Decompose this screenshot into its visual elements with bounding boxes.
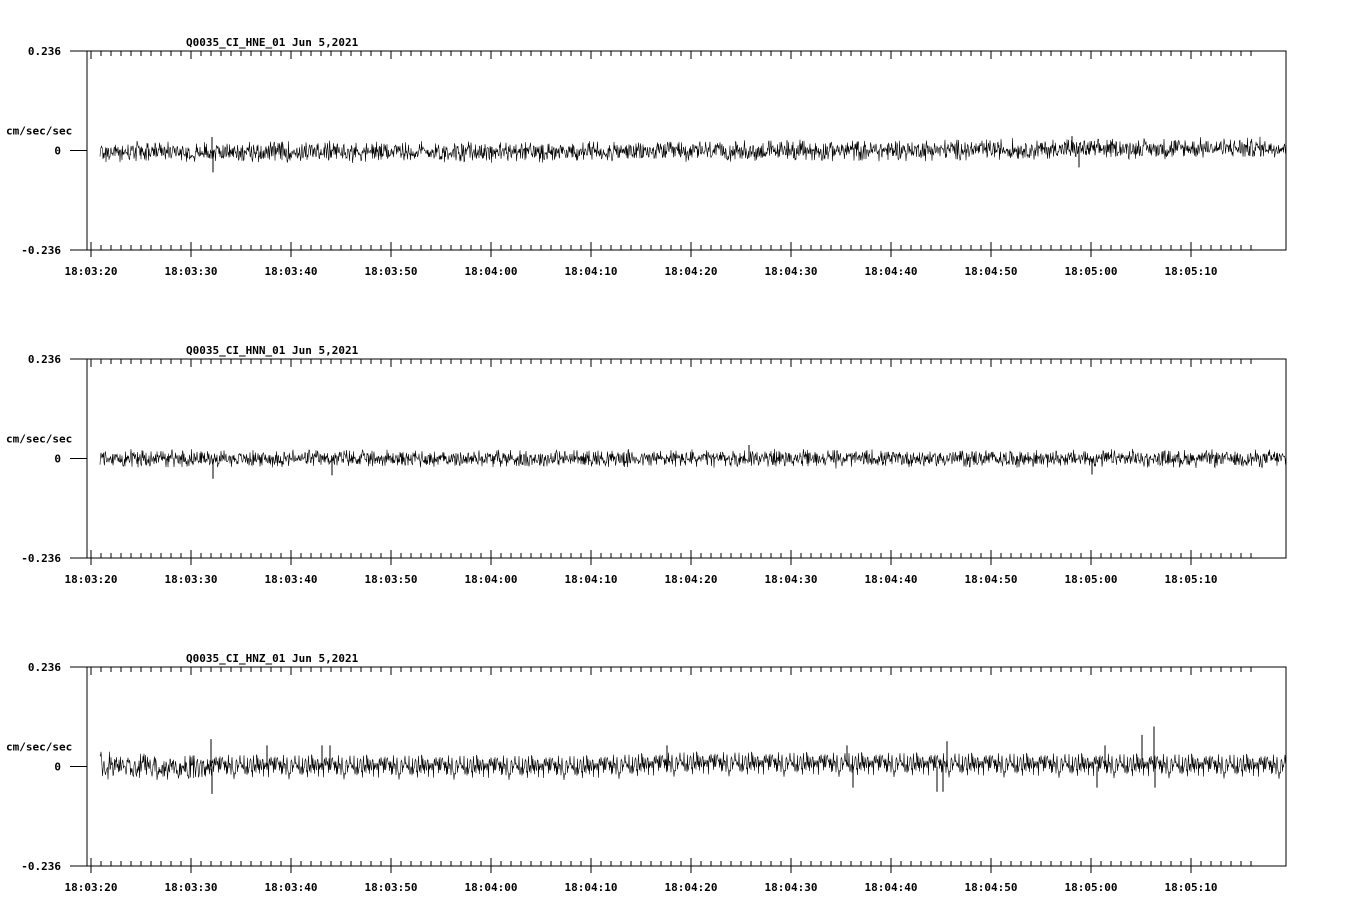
x-tick-label: 18:04:00 [465,573,518,586]
y-tick-label: 0 [54,761,61,774]
x-tick-label: 18:03:30 [165,881,218,894]
x-tick-label: 18:03:30 [165,573,218,586]
x-tick-label: 18:03:20 [65,265,118,278]
x-tick-label: 18:05:10 [1165,881,1218,894]
x-tick-label: 18:03:30 [165,265,218,278]
x-tick-label: 18:04:20 [665,265,718,278]
y-tick-label: 0 [54,145,61,158]
x-tick-label: 18:03:50 [365,881,418,894]
waveform-trace-3 [99,751,1287,781]
waveform-trace-1 [99,136,1287,164]
y-axis-label: cm/sec/sec [6,741,72,754]
y-tick-label: 0 [54,453,61,466]
x-tick-label: 18:04:10 [565,881,618,894]
x-tick-label: 18:05:10 [1165,573,1218,586]
x-tick-label: 18:03:20 [65,881,118,894]
y-tick-label: 0.236 [28,661,61,674]
seismogram-figure: Q0035_CI_HNE_01 Jun 5,2021 0.236 0 -0.236 cm… [6,36,1287,894]
y-tick-label: -0.236 [21,860,61,873]
x-tick-label: 18:05:10 [1165,265,1218,278]
x-tick-label: 18:03:50 [365,573,418,586]
x-tick-label: 18:05:00 [1065,265,1118,278]
x-tick-label: 18:04:20 [665,881,718,894]
y-tick-label: -0.236 [21,552,61,565]
x-tick-label: 18:03:40 [265,265,318,278]
panel-title: Q0035_CI_HNE_01 Jun 5,2021 [186,36,359,49]
y-tick-label: -0.236 [21,244,61,257]
x-tick-label: 18:04:30 [765,573,818,586]
x-tick-label: 18:04:50 [965,265,1018,278]
y-tick-label: 0.236 [28,353,61,366]
x-tick-label: 18:05:00 [1065,573,1118,586]
x-tick-label: 18:04:50 [965,573,1018,586]
x-tick-label: 18:04:00 [465,881,518,894]
panel-title: Q0035_CI_HNN_01 Jun 5,2021 [186,344,359,357]
x-tick-label: 18:03:40 [265,881,318,894]
x-tick-label: 18:04:30 [765,881,818,894]
x-tick-label: 18:04:20 [665,573,718,586]
y-axis-label: cm/sec/sec [6,125,72,138]
panel-title: Q0035_CI_HNZ_01 Jun 5,2021 [186,652,359,665]
x-tick-label: 18:05:00 [1065,881,1118,894]
x-tick-label: 18:04:50 [965,881,1018,894]
x-tick-label: 18:03:40 [265,573,318,586]
x-tick-label: 18:04:40 [865,265,918,278]
x-tick-label: 18:04:10 [565,265,618,278]
x-tick-label: 18:04:30 [765,265,818,278]
x-tick-label: 18:04:10 [565,573,618,586]
x-tick-label: 18:04:40 [865,573,918,586]
x-tick-label: 18:04:00 [465,265,518,278]
x-tick-label: 18:03:50 [365,265,418,278]
waveform-trace-2 [99,448,1287,469]
x-tick-label: 18:03:20 [65,573,118,586]
y-tick-label: 0.236 [28,45,61,58]
x-tick-label: 18:04:40 [865,881,918,894]
y-axis-label: cm/sec/sec [6,433,72,446]
